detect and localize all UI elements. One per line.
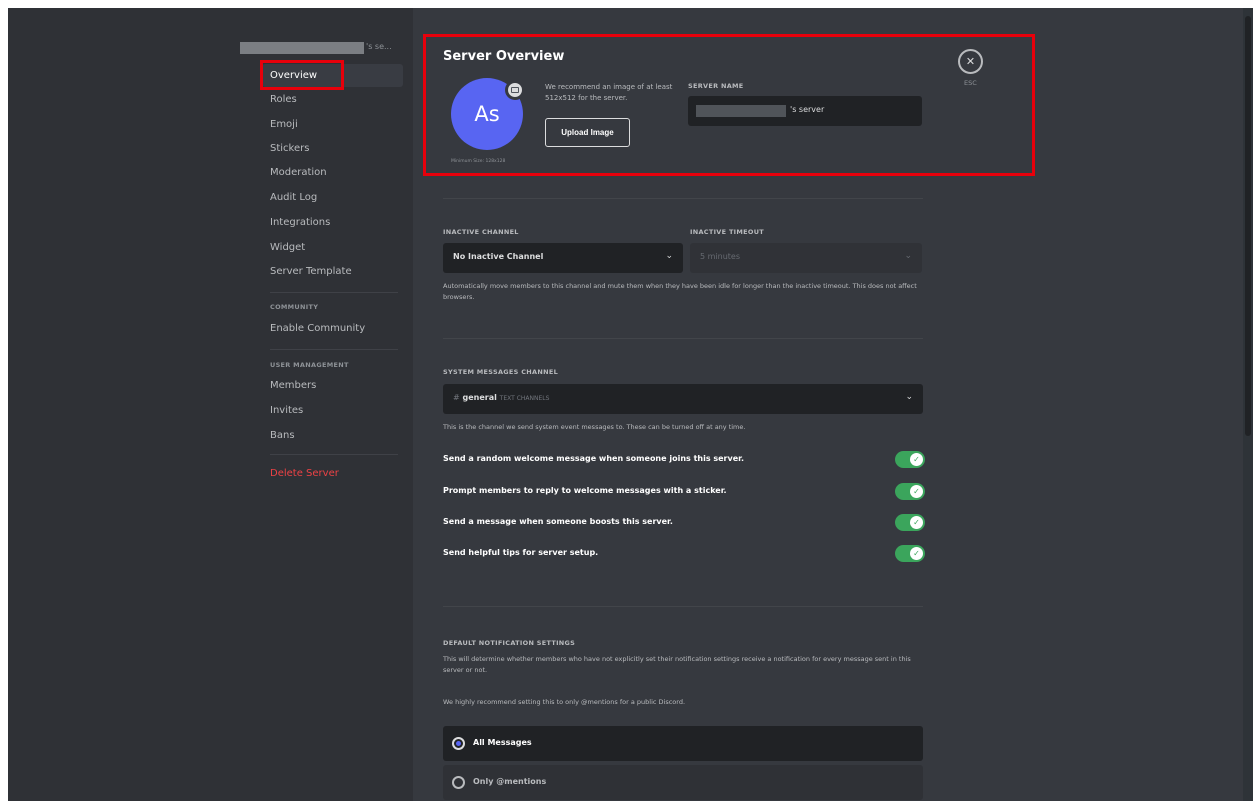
sidebar-item-members[interactable]: Members: [262, 374, 403, 397]
system-messages-label: SYSTEM MESSAGES CHANNEL: [443, 368, 559, 376]
sidebar-item-emoji[interactable]: Emoji: [262, 113, 403, 136]
setup-tips-setting: Send helpful tips for server setup. ✓: [443, 545, 925, 563]
radio-label: All Messages: [473, 738, 532, 747]
check-icon: ✓: [910, 516, 923, 529]
sticker-reply-setting: Prompt members to reply to welcome messa…: [443, 483, 925, 501]
inactive-timeout-value: 5 minutes: [700, 252, 741, 261]
section-divider: [443, 198, 923, 199]
radio-label: Only @mentions: [473, 777, 547, 786]
settings-content: Server Overview As Minimum Size: 128x128…: [413, 8, 1253, 801]
system-channel-select[interactable]: # general TEXT CHANNELS ⌄: [443, 384, 923, 414]
radio-only-mentions[interactable]: Only @mentions: [443, 765, 923, 800]
setting-label: Send a message when someone boosts this …: [443, 517, 673, 526]
sidebar-item-delete-server[interactable]: Delete Server: [262, 462, 403, 485]
check-icon: ✓: [910, 485, 923, 498]
sidebar-item-audit-log[interactable]: Audit Log: [262, 186, 403, 209]
system-channel-category: TEXT CHANNELS: [499, 395, 550, 402]
chevron-down-icon: ⌄: [905, 392, 913, 402]
check-icon: ✓: [910, 547, 923, 560]
setting-label: Prompt members to reply to welcome messa…: [443, 486, 727, 495]
system-channel-name: general: [462, 393, 497, 402]
boost-message-setting: Send a message when someone boosts this …: [443, 514, 925, 532]
radio-button-icon: [452, 776, 465, 789]
radio-button-icon: [452, 737, 465, 750]
section-divider: [443, 338, 923, 339]
notification-settings-label: DEFAULT NOTIFICATION SETTINGS: [443, 639, 576, 647]
sidebar-item-bans[interactable]: Bans: [262, 424, 403, 447]
sticker-reply-toggle[interactable]: ✓: [895, 483, 925, 500]
notification-help-text: This will determine whether members who …: [443, 655, 911, 674]
setting-label: Send a random welcome message when someo…: [443, 454, 744, 463]
inactive-channel-value: No Inactive Channel: [453, 252, 544, 261]
sidebar-item-moderation[interactable]: Moderation: [262, 161, 403, 184]
system-help-text: This is the channel we send system event…: [443, 423, 746, 431]
welcome-message-setting: Send a random welcome message when someo…: [443, 451, 925, 469]
server-title-suffix: 's se...: [366, 42, 392, 51]
sidebar-item-roles[interactable]: Roles: [262, 88, 403, 111]
setup-tips-toggle[interactable]: ✓: [895, 545, 925, 562]
sidebar-heading-user-management: USER MANAGEMENT: [270, 361, 349, 369]
inactive-channel-label: INACTIVE CHANNEL: [443, 228, 519, 236]
settings-sidebar: 's se... Overview Roles Emoji Stickers M…: [8, 8, 413, 801]
chevron-down-icon: ⌄: [665, 251, 673, 261]
sidebar-divider: [270, 292, 398, 293]
boost-message-toggle[interactable]: ✓: [895, 514, 925, 531]
sidebar-divider: [270, 454, 398, 455]
sidebar-item-server-template[interactable]: Server Template: [262, 260, 403, 283]
inactive-channel-select[interactable]: No Inactive Channel ⌄: [443, 243, 683, 273]
sidebar-heading-community: COMMUNITY: [270, 303, 319, 311]
overview-highlight-box: [423, 34, 1035, 176]
overview-highlight-box: [260, 60, 344, 90]
scrollbar-thumb[interactable]: [1245, 16, 1251, 436]
inactive-timeout-label: INACTIVE TIMEOUT: [690, 228, 765, 236]
setting-label: Send helpful tips for server setup.: [443, 548, 599, 557]
chevron-down-icon: ⌄: [904, 251, 912, 261]
welcome-message-toggle[interactable]: ✓: [895, 451, 925, 468]
radio-all-messages[interactable]: All Messages: [443, 726, 923, 761]
section-divider: [443, 606, 923, 607]
system-channel-value: # general TEXT CHANNELS: [453, 393, 549, 402]
sidebar-item-invites[interactable]: Invites: [262, 399, 403, 422]
server-settings-window: 's se... Overview Roles Emoji Stickers M…: [8, 8, 1253, 801]
redacted-server-name: [240, 42, 364, 54]
check-icon: ✓: [910, 453, 923, 466]
sidebar-item-widget[interactable]: Widget: [262, 236, 403, 259]
sidebar-item-integrations[interactable]: Integrations: [262, 211, 403, 234]
sidebar-item-enable-community[interactable]: Enable Community: [262, 317, 403, 340]
notification-recommendation: We highly recommend setting this to only…: [443, 698, 686, 706]
hashtag-icon: #: [453, 393, 460, 402]
inactive-help-text: Automatically move members to this chann…: [443, 282, 917, 301]
sidebar-server-header: 's se...: [240, 39, 402, 57]
sidebar-item-stickers[interactable]: Stickers: [262, 137, 403, 160]
sidebar-divider: [270, 349, 398, 350]
inactive-timeout-select[interactable]: 5 minutes ⌄: [690, 243, 922, 273]
